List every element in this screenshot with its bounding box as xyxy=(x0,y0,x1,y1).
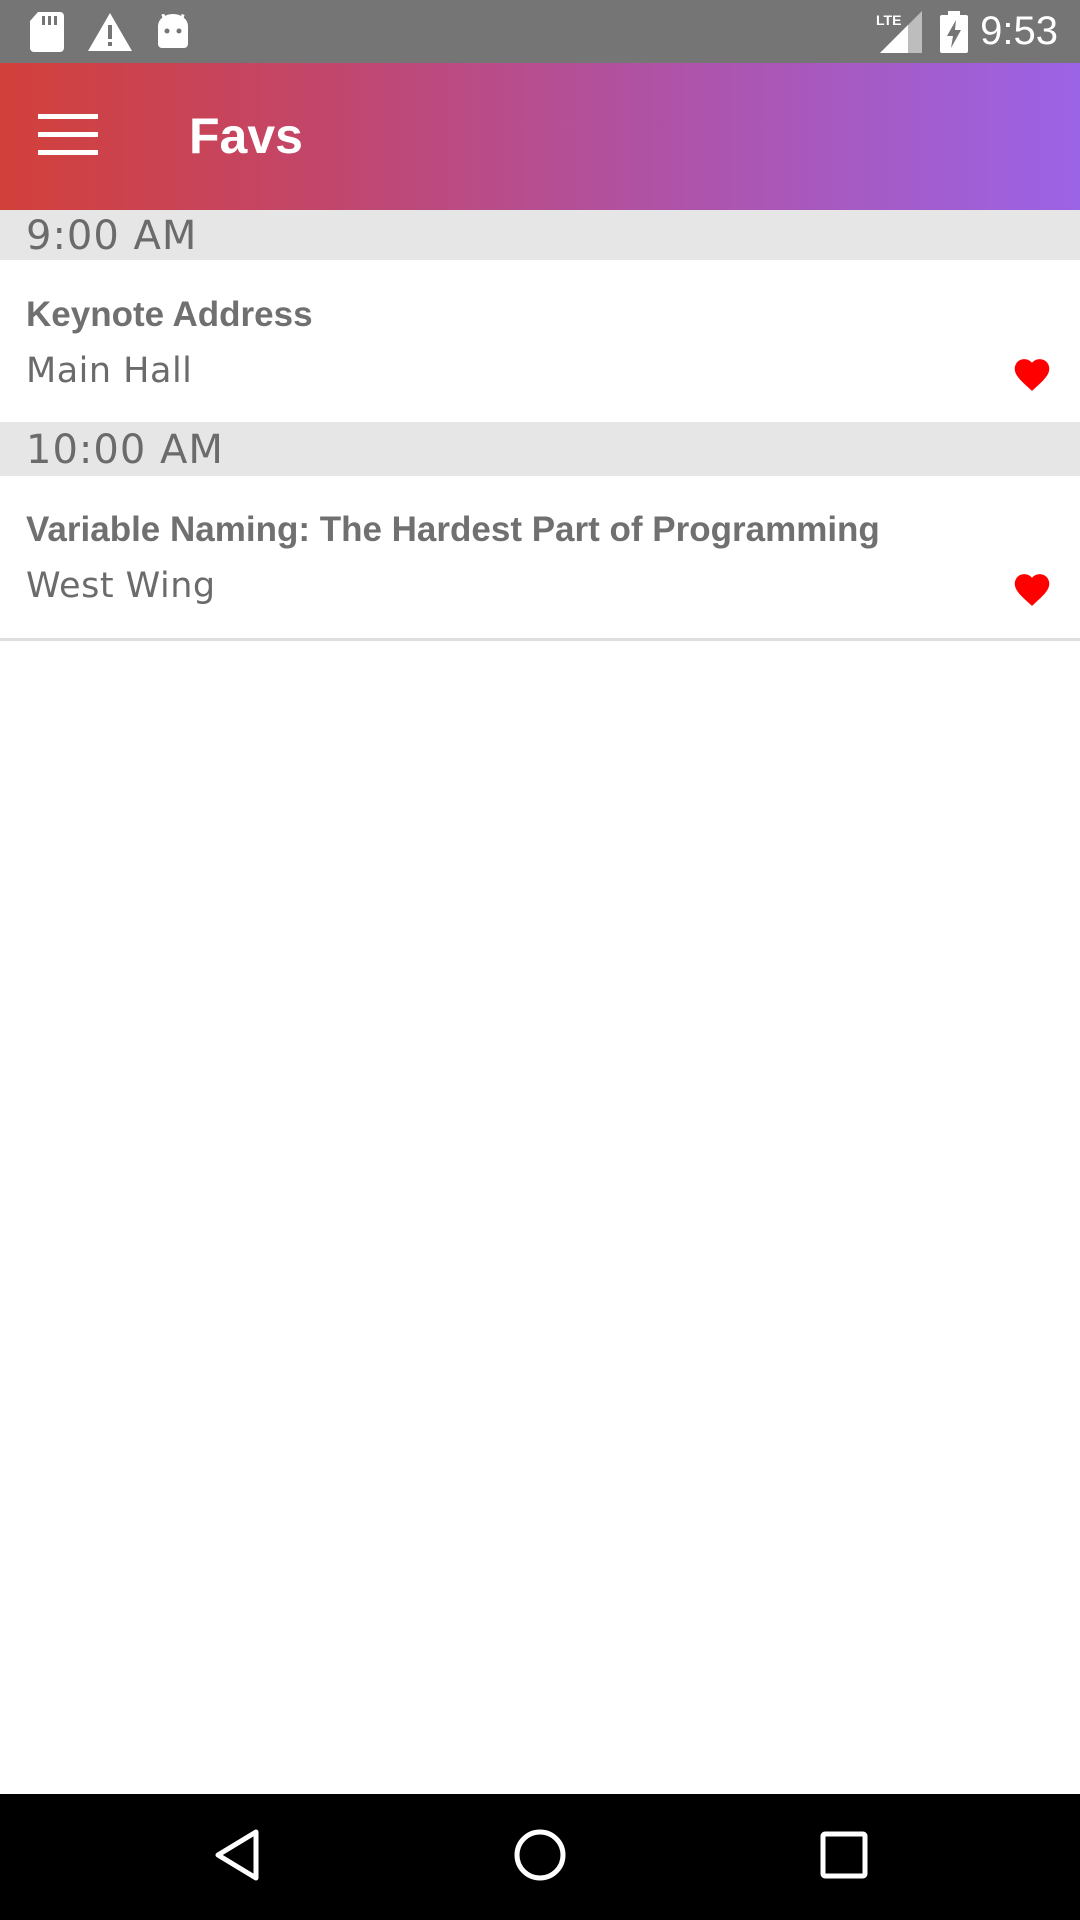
svg-text:LTE: LTE xyxy=(876,12,901,28)
recents-button[interactable] xyxy=(809,1822,879,1892)
session-row[interactable]: Variable Naming: The Hardest Part of Pro… xyxy=(0,476,1080,638)
sd-card-icon xyxy=(30,0,64,63)
section-header: 9:00 AM xyxy=(0,210,1080,260)
hamburger-menu-icon xyxy=(38,113,98,161)
warning-icon xyxy=(88,0,132,63)
menu-button[interactable] xyxy=(28,99,108,175)
battery-charging-icon xyxy=(940,0,968,63)
favorite-button[interactable] xyxy=(1008,566,1056,614)
session-location: West Wing xyxy=(26,566,216,606)
list-divider xyxy=(0,638,1080,641)
session-location: Main Hall xyxy=(26,351,193,391)
navigation-bar xyxy=(0,1794,1080,1920)
android-icon xyxy=(156,0,190,63)
session-title: Variable Naming: The Hardest Part of Pro… xyxy=(26,510,880,549)
favorite-button[interactable] xyxy=(1008,351,1056,399)
page-title: Favs xyxy=(189,108,303,164)
home-button[interactable] xyxy=(505,1822,575,1892)
home-icon xyxy=(513,1828,567,1887)
status-bar: LTE 9:53 xyxy=(0,0,1080,63)
session-title: Keynote Address xyxy=(26,295,313,334)
session-row[interactable]: Keynote Address Main Hall xyxy=(0,260,1080,422)
section-header: 10:00 AM xyxy=(0,422,1080,476)
back-button[interactable] xyxy=(202,1822,272,1892)
heart-icon xyxy=(1011,354,1053,397)
lte-signal-icon: LTE xyxy=(876,0,922,63)
status-time: 9:53 xyxy=(980,9,1058,53)
heart-icon xyxy=(1011,569,1053,612)
app-bar: Favs xyxy=(0,63,1080,210)
back-icon xyxy=(212,1828,262,1887)
recents-icon xyxy=(820,1831,868,1884)
